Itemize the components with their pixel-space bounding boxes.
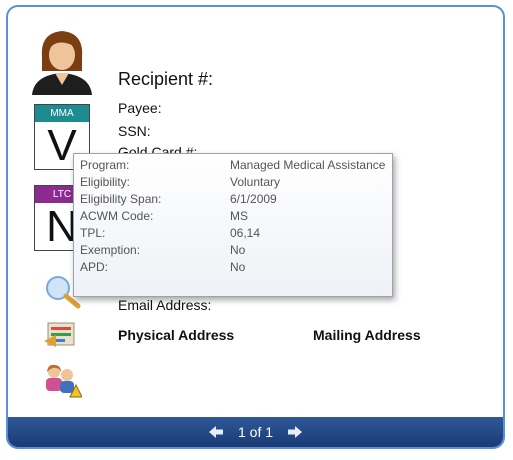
tooltip-value: No (230, 260, 246, 274)
left-arrow-icon[interactable] (208, 425, 224, 439)
email-address-label: Email Address: (118, 297, 212, 313)
address-card-icon[interactable] (42, 317, 82, 353)
mma-badge-header: MMA (35, 105, 89, 122)
tooltip-value: No (230, 243, 246, 257)
pager-text: 1 of 1 (237, 424, 274, 440)
mailing-address-label: Mailing Address (313, 327, 421, 343)
pager-bar: 1 of 1 (8, 417, 503, 447)
tooltip-key: Exemption: (80, 243, 141, 257)
tooltip-value: Managed Medical Assistance (230, 158, 386, 172)
payee-label: Payee: (118, 100, 162, 116)
tooltip-value: MS (230, 209, 248, 223)
physical-address-label: Physical Address (118, 327, 235, 343)
tooltip-value: 6/1/2009 (230, 192, 277, 206)
tooltip-value: Voluntary (230, 175, 281, 189)
family-warning-icon[interactable] (42, 363, 82, 399)
eligibility-tooltip: Program: Managed Medical Assistance Elig… (73, 153, 393, 297)
tooltip-key: Eligibility Span: (80, 192, 162, 206)
ssn-label: SSN: (118, 123, 151, 139)
recipient-title: Recipient #: (118, 69, 214, 89)
tooltip-key: ACWM Code: (80, 209, 154, 223)
tooltip-value: 06,14 (230, 226, 261, 240)
tooltip-key: Program: (80, 158, 130, 172)
tooltip-key: Eligibility: (80, 175, 131, 189)
tooltip-key: APD: (80, 260, 109, 274)
person-avatar-icon (32, 31, 92, 95)
right-arrow-icon[interactable] (287, 425, 303, 439)
tooltip-key: TPL: (80, 226, 106, 240)
